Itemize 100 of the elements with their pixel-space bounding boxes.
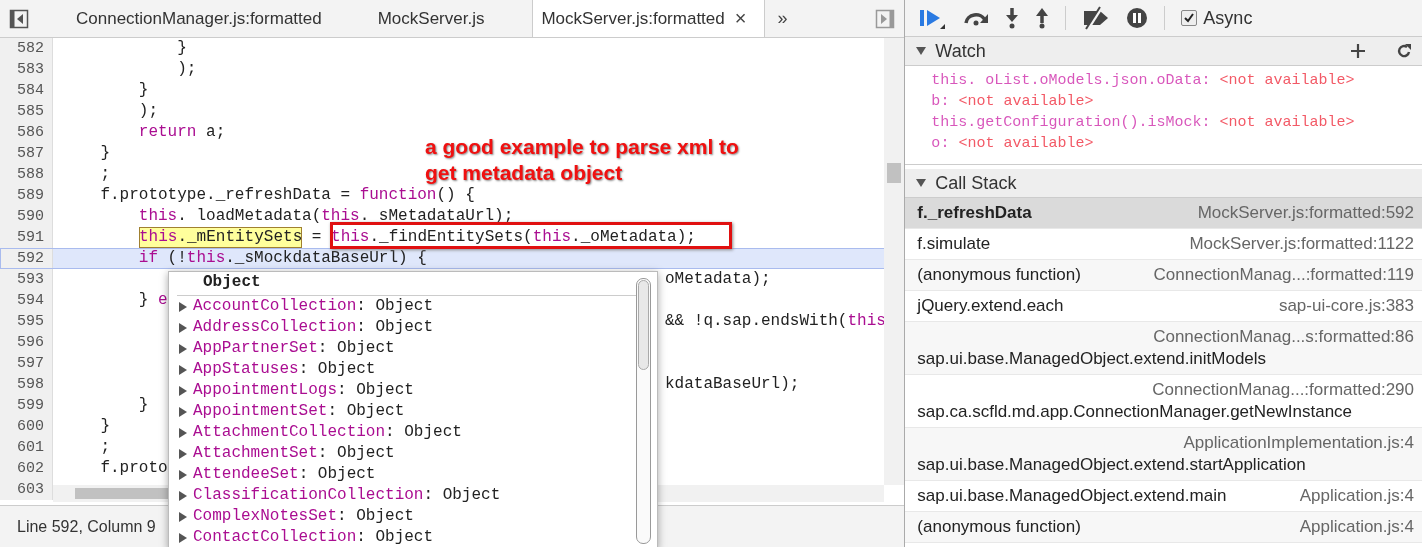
- close-icon[interactable]: ×: [734, 7, 747, 30]
- function-name[interactable]: sap.ui.base.ManagedObject.extend.initModels: [917, 348, 1267, 370]
- expand-icon[interactable]: [177, 405, 189, 418]
- line-number: 601: [0, 437, 53, 458]
- property-entry[interactable]: AppointmentLogs: Object: [193, 380, 414, 401]
- source-location[interactable]: ConnectionManag...s:formatted:86: [1153, 326, 1414, 348]
- expand-icon[interactable]: [177, 321, 189, 334]
- code-text: );: [137, 101, 158, 122]
- expand-icon[interactable]: [177, 489, 189, 502]
- property-entry[interactable]: AttendeeSet: Object: [193, 464, 376, 485]
- function-name[interactable]: sap.ca.scfld.md.app.ConnectionManager.getNewInstance: [917, 401, 1353, 423]
- collapse-icon[interactable]: [915, 177, 928, 189]
- code-text: this: [847, 311, 886, 332]
- source-location[interactable]: ApplicationImplementation.js:4: [1183, 432, 1414, 454]
- collapse-icon[interactable]: [915, 45, 928, 57]
- line-number: 597: [0, 353, 53, 374]
- line-number: 594: [0, 290, 53, 311]
- line-number: 595: [0, 311, 53, 332]
- code-text: return: [137, 122, 197, 143]
- expand-icon[interactable]: [177, 363, 189, 376]
- annotation-text: a good example to parse xml to get metadata object: [425, 134, 740, 186]
- line-number: 593: [0, 269, 53, 290]
- source-location[interactable]: MockServer.js:formatted:1122: [1189, 233, 1414, 255]
- line-number: 588: [0, 164, 53, 185]
- property-entry[interactable]: AccountCollection: Object: [193, 296, 434, 317]
- watch-expression: o: <not available>: [931, 134, 1095, 154]
- function-name[interactable]: (anonymous function): [917, 264, 1081, 286]
- code-text: ;: [99, 437, 110, 458]
- call-frame-background[interactable]: [905, 428, 1422, 480]
- function-name[interactable]: jQuery.extend.each: [917, 295, 1064, 317]
- source-location[interactable]: ConnectionManag...:formatted:290: [1152, 379, 1414, 401]
- expand-icon[interactable]: [177, 447, 189, 460]
- line-number: 582: [0, 38, 53, 59]
- watch-expression: this. oList.oModels.json.oData: <not available>: [931, 71, 1356, 91]
- line-number: 586: [0, 122, 53, 143]
- source-location[interactable]: ConnectionManag...:formatted:119: [1153, 264, 1414, 286]
- source-location[interactable]: MockServer.js:formatted:592: [1197, 202, 1414, 224]
- section-title: Call Stack: [935, 172, 1018, 194]
- function-name[interactable]: f._refreshData: [917, 202, 1032, 224]
- expand-icon[interactable]: [177, 426, 189, 439]
- property-entry[interactable]: AddressCollection: Object: [193, 317, 434, 338]
- code-text: oMetadata);: [665, 269, 771, 290]
- resume-icon[interactable]: [919, 7, 948, 29]
- code-text: ._sMockdataBaseUrl) {: [225, 248, 427, 269]
- source-location[interactable]: Application.js:4: [1299, 485, 1414, 507]
- code-text: f.prototype._refreshData =: [99, 185, 352, 206]
- property-entry[interactable]: ContactCollection: Object: [193, 527, 434, 547]
- source-location[interactable]: Application.js:4: [1299, 516, 1414, 538]
- property-entry[interactable]: ComplexNotesSet: Object: [193, 506, 414, 527]
- property-entry[interactable]: AppointmentSet: Object: [193, 401, 405, 422]
- property-entry[interactable]: ClassificationCollection: Object: [193, 485, 501, 506]
- call-frame-background[interactable]: [905, 322, 1422, 374]
- section-title: Watch: [935, 40, 987, 62]
- more-tabs-button[interactable]: »: [765, 0, 800, 37]
- expand-icon[interactable]: [177, 510, 189, 523]
- add-icon[interactable]: [1350, 43, 1366, 59]
- async-label: Async: [1203, 7, 1253, 29]
- expand-icon[interactable]: [177, 384, 189, 397]
- expand-icon[interactable]: [177, 342, 189, 355]
- pause-icon[interactable]: [1126, 7, 1149, 29]
- expand-icon[interactable]: [177, 468, 189, 481]
- vertical-scrollbar[interactable]: [884, 38, 905, 485]
- code-text: =: [310, 227, 323, 248]
- code-text: e: [158, 290, 168, 311]
- expand-icon[interactable]: [177, 300, 189, 313]
- highlighted-code: this._mEntitySets: [139, 227, 303, 248]
- watch-expression: b: <not available>: [931, 92, 1095, 112]
- line-number: 589: [0, 185, 53, 206]
- refresh-icon[interactable]: [1396, 43, 1412, 59]
- code-text: this: [186, 248, 226, 269]
- function-name[interactable]: (anonymous function): [917, 516, 1081, 538]
- popup-scrollbar[interactable]: [636, 278, 651, 544]
- function-name[interactable]: sap.ui.base.ManagedObject.extend.startApplication: [917, 454, 1306, 476]
- code-text: this: [137, 206, 178, 227]
- code-text: if: [137, 248, 158, 269]
- line-number: 585: [0, 101, 53, 122]
- property-entry[interactable]: AttachmentSet: Object: [193, 443, 395, 464]
- step-over-icon[interactable]: [963, 10, 990, 26]
- code-text: );: [176, 59, 197, 80]
- line-number: 598: [0, 374, 53, 395]
- property-entry[interactable]: AppPartnerSet: Object: [193, 338, 395, 359]
- file-tab[interactable]: MockServer.js:formatted ×: [532, 0, 766, 37]
- call-frame-background[interactable]: [905, 512, 1422, 542]
- property-entry[interactable]: AttachmentCollection: Object: [193, 422, 462, 443]
- code-text: () {: [436, 185, 475, 206]
- line-number: 602: [0, 458, 53, 479]
- file-tab[interactable]: MockServer.js: [339, 0, 503, 37]
- line-number: 603: [0, 479, 53, 500]
- expand-icon[interactable]: [177, 531, 189, 544]
- property-entry[interactable]: AppStatuses: Object: [193, 359, 376, 380]
- code-text: this: [331, 227, 370, 248]
- function-name[interactable]: sap.ui.base.ManagedObject.extend.main: [917, 485, 1227, 507]
- file-tab[interactable]: ConnectionManager.js:formatted: [38, 0, 340, 37]
- function-name[interactable]: f.simulate: [917, 233, 991, 255]
- source-location[interactable]: sap-ui-core.js:383: [1278, 295, 1414, 317]
- step-out-icon[interactable]: [1035, 7, 1050, 29]
- step-into-icon[interactable]: [1005, 7, 1020, 29]
- async-checkbox[interactable]: [1181, 10, 1198, 26]
- call-frame-background[interactable]: [905, 260, 1422, 290]
- call-frame-background[interactable]: [905, 198, 1422, 228]
